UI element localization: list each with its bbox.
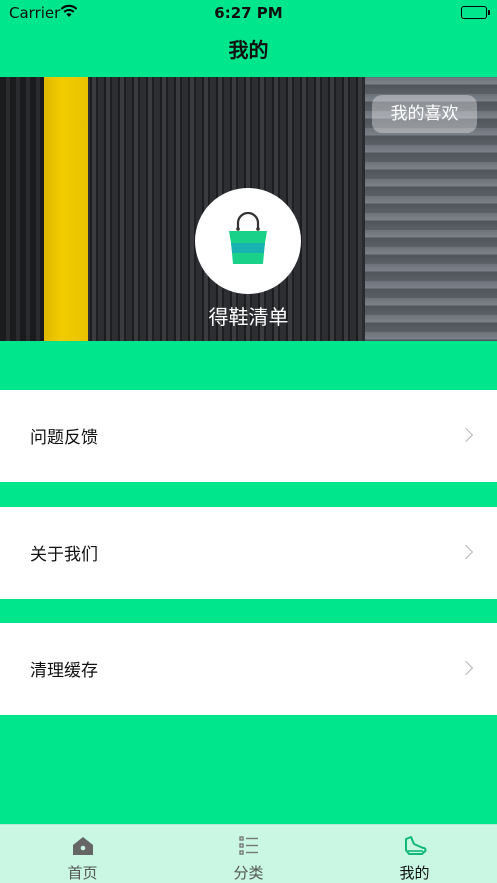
shoe-icon — [405, 836, 427, 855]
chevron-right-icon — [458, 427, 474, 443]
battery-icon — [461, 6, 490, 19]
chevron-right-icon — [458, 544, 474, 560]
shopping-bag-icon — [229, 212, 267, 264]
shoe-list-button[interactable] — [195, 188, 301, 294]
nav-title: 我的 — [228, 38, 269, 62]
menu-item-label: 问题反馈 — [30, 428, 98, 448]
home-icon — [73, 837, 93, 855]
list-icon — [239, 836, 258, 855]
tab-label: 我的 — [399, 864, 430, 882]
shoe-list-label: 得鞋清单 — [208, 305, 289, 329]
menu-item-about-us[interactable]: 关于我们 — [0, 507, 497, 599]
tab-home[interactable]: 首页 — [0, 825, 165, 883]
menu-item-label: 关于我们 — [30, 545, 98, 565]
status-bar: Carrier 6:27 PM — [0, 0, 497, 26]
tab-label: 首页 — [67, 864, 98, 882]
tab-mine[interactable]: 我的 — [332, 825, 497, 883]
chevron-right-icon — [458, 660, 474, 676]
menu-item-clear-cache[interactable]: 清理缓存 — [0, 623, 497, 715]
tab-label: 分类 — [233, 864, 264, 882]
my-favorites-button[interactable]: 我的喜欢 — [372, 95, 477, 133]
tab-bar: 首页 分类 我的 — [0, 824, 497, 883]
clock: 6:27 PM — [214, 4, 283, 22]
menu-item-feedback[interactable]: 问题反馈 — [0, 390, 497, 482]
tab-category[interactable]: 分类 — [166, 825, 331, 883]
menu-item-label: 清理缓存 — [30, 661, 98, 681]
